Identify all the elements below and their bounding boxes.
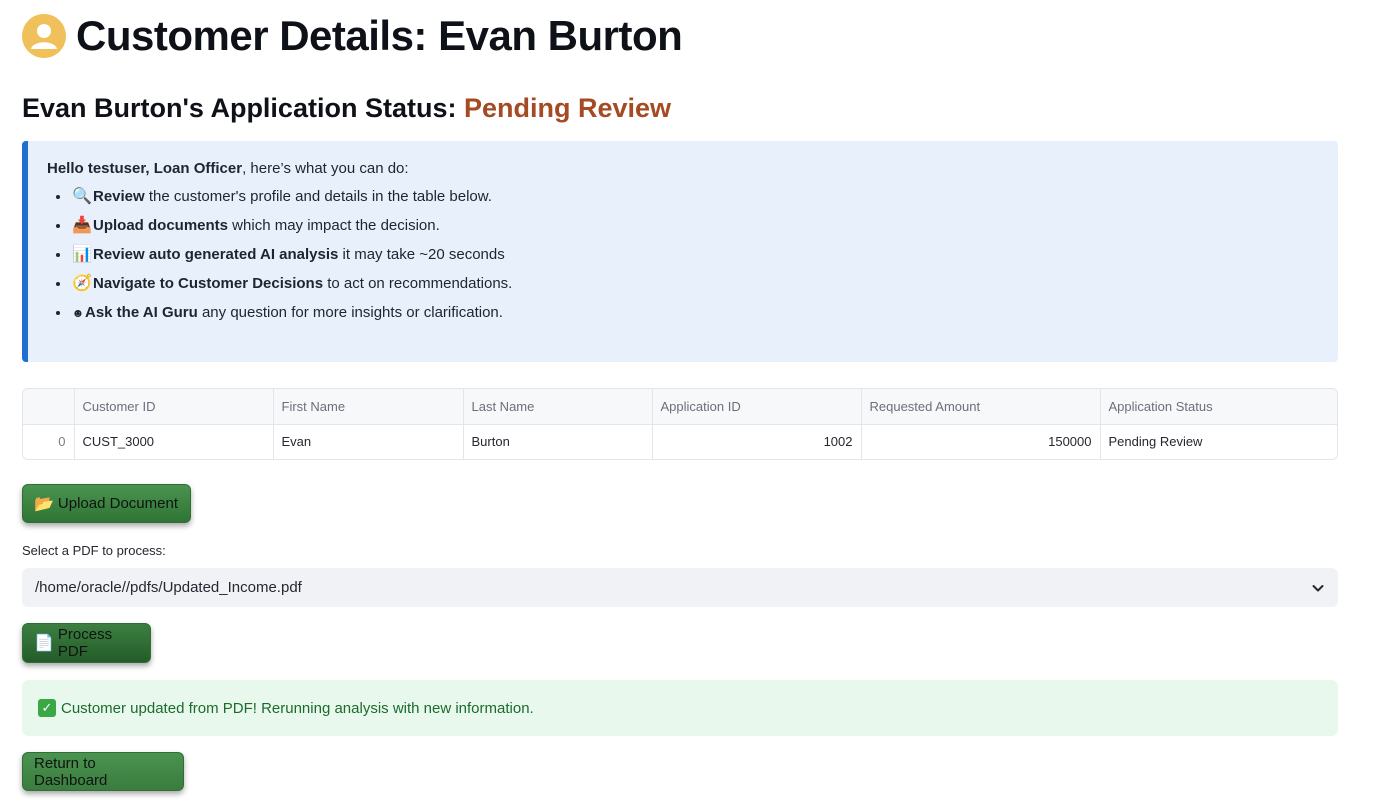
upload-document-label: Upload Document	[57, 495, 178, 512]
item-text: it may take ~20 seconds	[338, 246, 505, 263]
item-text: which may impact the decision.	[228, 217, 440, 234]
item-text: the customer's profile and details in th…	[144, 188, 492, 205]
upload-document-button[interactable]: 📂 Upload Document	[22, 484, 191, 523]
guru-icon: ☻	[71, 306, 85, 320]
folder-icon: 📂	[34, 495, 54, 513]
success-alert: ✓ Customer updated from PDF! Rerunning a…	[22, 680, 1338, 736]
item-bold: Upload documents	[93, 217, 229, 234]
status-prefix: Evan Burton's Application Status:	[22, 93, 464, 123]
table-header-row: Customer ID First Name Last Name Applica…	[23, 389, 1337, 425]
item-bold: Review	[93, 188, 145, 205]
cell-customer-id[interactable]: CUST_3000	[74, 424, 274, 459]
info-callout: Hello testuser, Loan Officer, here’s wha…	[22, 141, 1338, 362]
greeting: Hello testuser, Loan Officer	[47, 160, 243, 177]
compass-icon: 🧭	[72, 275, 92, 292]
pdf-select-label: Select a PDF to process:	[22, 543, 166, 558]
cell-application-status[interactable]: Pending Review	[1100, 424, 1337, 459]
application-status-heading: Evan Burton's Application Status: Pendin…	[22, 90, 671, 126]
list-item: 📥Upload documents which may impact the d…	[71, 216, 1338, 236]
process-pdf-label: Process PDF	[57, 626, 113, 660]
item-text: to act on recommendations.	[323, 275, 513, 292]
list-item: 🔍Review the customer's profile and detai…	[71, 187, 1338, 207]
pdf-select-value: /home/oracle//pdfs/Updated_Income.pdf	[35, 579, 302, 596]
table-row: 0 CUST_3000 Evan Burton 1002 150000 Pend…	[23, 424, 1337, 459]
item-text: any question for more insights or clarif…	[197, 304, 503, 321]
success-message: Customer updated from PDF! Rerunning ana…	[61, 699, 534, 717]
customer-table[interactable]: Customer ID First Name Last Name Applica…	[22, 388, 1338, 460]
magnifier-icon: 🔍	[72, 188, 92, 205]
column-header-customer-id[interactable]: Customer ID	[74, 389, 274, 425]
user-avatar-icon	[22, 14, 66, 58]
return-to-dashboard-button[interactable]: Return to Dashboard	[22, 752, 184, 791]
bar-chart-icon: 📊	[72, 246, 92, 263]
column-header-application-status[interactable]: Application Status	[1100, 389, 1337, 425]
pdf-select[interactable]: /home/oracle//pdfs/Updated_Income.pdf	[22, 568, 1338, 607]
cell-index[interactable]: 0	[23, 424, 75, 459]
header: Customer Details: Evan Burton	[22, 12, 683, 60]
chevron-down-icon[interactable]	[1311, 581, 1325, 595]
status-value: Pending Review	[463, 93, 672, 123]
item-bold: Review auto generated AI analysis	[93, 246, 339, 263]
cell-first-name[interactable]: Evan	[273, 424, 464, 459]
list-item: 🧭Navigate to Customer Decisions to act o…	[71, 274, 1338, 294]
return-to-dashboard-label: Return to Dashboard	[34, 754, 108, 789]
column-header-application-id[interactable]: Application ID	[652, 389, 862, 425]
list-item: ☻Ask the AI Guru any question for more i…	[71, 303, 1338, 323]
check-mark-icon: ✓	[38, 699, 56, 717]
process-pdf-button[interactable]: 📄 Process PDF	[22, 623, 151, 663]
cell-application-id[interactable]: 1002	[652, 424, 862, 459]
column-header-index[interactable]	[23, 389, 75, 425]
cell-requested-amount[interactable]: 150000	[861, 424, 1101, 459]
item-bold: Navigate to Customer Decisions	[93, 275, 324, 292]
page: Customer Details: Evan Burton Evan Burto…	[0, 0, 1395, 806]
info-list: 🔍Review the customer's profile and detai…	[47, 187, 1338, 323]
list-item: 📊Review auto generated AI analysis it ma…	[71, 245, 1338, 265]
info-intro: Hello testuser, Loan Officer, here’s wha…	[47, 159, 1338, 179]
page-title: Customer Details: Evan Burton	[76, 12, 683, 59]
item-bold: Ask the AI Guru	[85, 304, 198, 321]
column-header-requested-amount[interactable]: Requested Amount	[861, 389, 1101, 425]
greeting-rest: , here’s what you can do:	[242, 160, 409, 177]
column-header-last-name[interactable]: Last Name	[463, 389, 653, 425]
inbox-tray-icon: 📥	[72, 217, 92, 234]
column-header-first-name[interactable]: First Name	[273, 389, 464, 425]
page-icon: 📄	[34, 635, 54, 652]
cell-last-name[interactable]: Burton	[463, 424, 653, 459]
